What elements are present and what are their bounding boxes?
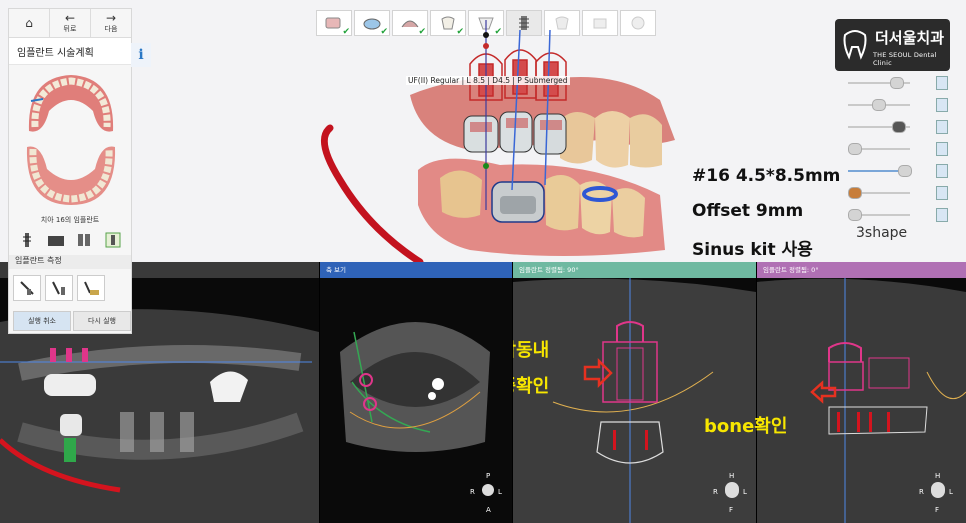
orient-label: H (729, 472, 735, 480)
forward-label: 다음 (104, 25, 118, 33)
orient-label: P (486, 472, 491, 480)
orient-label: R (470, 488, 475, 496)
annotation-offset: Offset 9mm (692, 201, 804, 221)
slider-row[interactable] (848, 204, 948, 226)
annotation-sinus-kit: Sinus kit 사용 (692, 240, 813, 260)
slider-row[interactable] (848, 138, 948, 160)
3d-jaw-model (320, 20, 675, 262)
annotation-implant-size: #16 4.5*8.5mm (692, 166, 841, 186)
panel-title: 임플란트 시술계획 (9, 38, 131, 65)
home-button[interactable]: ⌂ (9, 9, 50, 37)
upper-teeth (560, 111, 662, 168)
head-icon (725, 482, 739, 498)
orient-label: R (713, 488, 718, 496)
implant-component-tools (13, 229, 127, 251)
fixture-tool[interactable] (18, 232, 36, 248)
clinic-name-ko: 더서울치과 (875, 29, 945, 47)
bone-measure-tool[interactable] (77, 275, 105, 301)
arrow-right-icon: → (105, 11, 117, 25)
layer-icon[interactable] (936, 120, 948, 134)
layer-icon[interactable] (936, 164, 948, 178)
head-icon (482, 484, 494, 496)
axial-view[interactable]: 축 보기 P R L A (320, 262, 512, 523)
slider-row[interactable] (848, 182, 948, 204)
cross90-orientation-cube[interactable]: H R L F (713, 472, 753, 520)
slider-row[interactable] (848, 160, 948, 182)
overlay-sinus-line1: 상악동내 (513, 340, 550, 361)
lower-arch-thumbnail[interactable] (23, 139, 119, 209)
cross-section-0-view[interactable]: 임플란트 정렬됨: 0° H R L F (757, 262, 966, 523)
arrow-left-icon: ← (64, 11, 76, 25)
slider-row[interactable] (848, 116, 948, 138)
visibility-sliders (848, 72, 948, 226)
undo-redo-group: 실행 취소 다시 실행 (13, 311, 131, 331)
orient-label: F (729, 506, 734, 514)
back-button[interactable]: ← 뒤로 (50, 9, 91, 37)
overlay-bone-check: bone확인 (704, 416, 788, 437)
orient-label: L (949, 488, 953, 496)
ct-views: 축 보기 P R L A 임플란트 정렬됨: 90° 동내 확인 H R L F… (0, 262, 966, 523)
cross-section-90-view[interactable]: 임플란트 정렬됨: 90° 상악동내 염증확인 H R L F (513, 262, 756, 523)
nav-bar: ⌂ ← 뒤로 → 다음 (9, 9, 131, 38)
layer-icon[interactable] (936, 76, 948, 90)
axial-orientation-cube[interactable]: P R L A (470, 472, 510, 520)
angle-tool[interactable] (45, 275, 73, 301)
slider-row[interactable] (848, 72, 948, 94)
home-icon: ⌂ (25, 16, 33, 30)
layer-icon[interactable] (936, 98, 948, 112)
implant-selected-tool[interactable] (104, 232, 122, 248)
info-button[interactable]: i (131, 43, 151, 67)
implant-planning-panel: ⌂ ← 뒤로 → 다음 임플란트 시술계획 i 치아 16의 임플란트 임플란트 측… (8, 8, 151, 334)
measure-section-title: 임플란트 측정 (9, 255, 131, 269)
orient-label: L (743, 488, 747, 496)
undo-button[interactable]: 실행 취소 (13, 311, 71, 331)
overlay-sinus-line2: 염증확인 (513, 376, 550, 397)
nerve-canal-curve (320, 124, 424, 262)
3d-viewport[interactable]: ✔ ✔ ✔ ✔ ✔ UF(II) Regular | L 8.5 | D4.5 … (0, 0, 966, 262)
distance-tool[interactable] (13, 275, 41, 301)
measure-tools (13, 275, 105, 301)
head-icon (931, 482, 945, 498)
forward-button[interactable]: → 다음 (91, 9, 131, 37)
brand-3shape: 3shape (856, 225, 908, 241)
arch-caption: 치아 16의 임플란트 (40, 216, 100, 224)
clinic-logo: 더서울치과 THE SEOUL Dental Clinic (835, 19, 950, 71)
layer-icon[interactable] (936, 208, 948, 222)
layer-icon[interactable] (936, 186, 948, 200)
orient-label: L (498, 488, 502, 496)
upper-arch-thumbnail[interactable] (23, 71, 119, 139)
orient-label: F (935, 506, 940, 514)
implant-spec-label: UF(II) Regular | L 8.5 | D4.5 | P Submer… (406, 76, 570, 85)
tooth-logo-icon (843, 30, 867, 60)
redo-button[interactable]: 다시 실행 (73, 311, 131, 331)
slider-row[interactable] (848, 94, 948, 116)
orient-label: R (919, 488, 924, 496)
lower-abutment (500, 196, 536, 214)
back-label: 뒤로 (63, 25, 77, 33)
sleeve-tool[interactable] (75, 232, 93, 248)
abutment-tool[interactable] (47, 232, 65, 248)
clinic-name-en: THE SEOUL Dental Clinic (873, 51, 937, 67)
orient-label: H (935, 472, 941, 480)
orient-label: A (486, 506, 491, 514)
cross0-orientation-cube[interactable]: H R L F (919, 472, 959, 520)
layer-icon[interactable] (936, 142, 948, 156)
